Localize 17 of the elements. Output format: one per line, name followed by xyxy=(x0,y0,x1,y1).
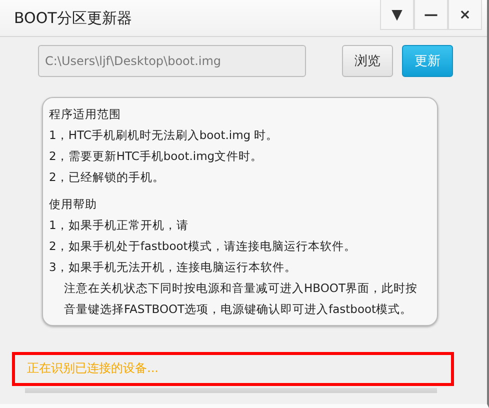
window-title: BOOT分区更新器 xyxy=(14,8,132,28)
list-item: 2，需要更新HTC手机boot.img文件时。 xyxy=(49,148,264,165)
close-button[interactable]: × xyxy=(448,0,482,30)
note-text: 注意在关机状态下同时按电源和音量减可进入HBOOT界面，此时按 xyxy=(63,280,418,297)
list-item: 3，如果手机无法开机，连接电脑运行本软件。 xyxy=(49,259,298,276)
browse-button[interactable]: 浏览 xyxy=(342,45,393,77)
list-item: 2，如果手机处于fastboot模式，请连接电脑运行本软件。 xyxy=(49,238,357,255)
list-item: 1，HTC手机刷机时无法刷入boot.img 时。 xyxy=(49,127,280,144)
list-item: 2，已经解锁的手机。 xyxy=(49,169,166,186)
list-item: 1，如果手机正常开机，请 xyxy=(49,217,190,234)
status-text: 正在识别已连接的设备... xyxy=(27,360,158,377)
section-heading: 程序适用范围 xyxy=(49,106,122,123)
menu-dropdown-button[interactable]: ▼ xyxy=(380,0,414,30)
path-field[interactable]: C:\Users\ljf\Desktop\boot.img xyxy=(38,45,306,77)
note-text: 音量键选择FASTBOOT选项，电源键确认即可进入fastboot模式。 xyxy=(63,301,414,318)
section-heading: 使用帮助 xyxy=(49,196,98,213)
minimize-button[interactable]: — xyxy=(414,0,448,30)
